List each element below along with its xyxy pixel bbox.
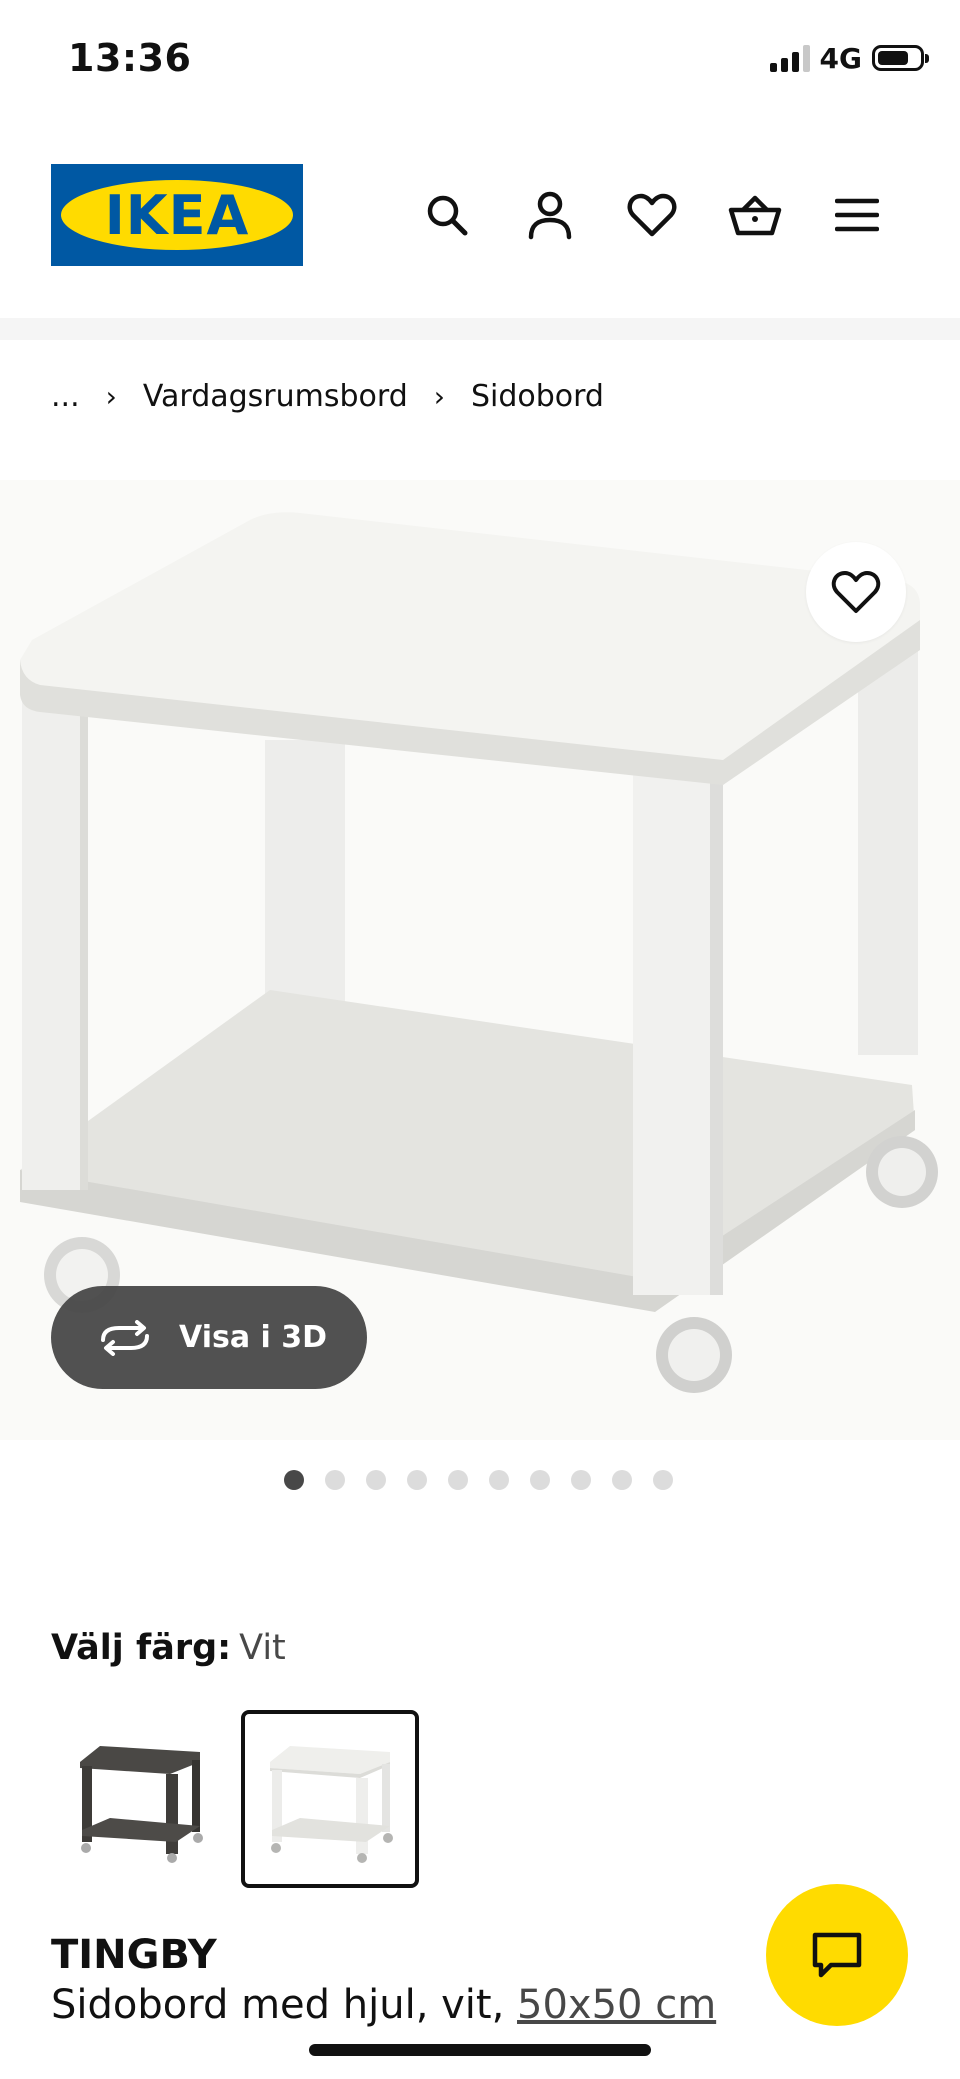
home-indicator <box>309 2044 651 2056</box>
breadcrumb: ... › Vardagsrumsbord › Sidobord <box>51 374 604 418</box>
battery-icon <box>872 45 929 71</box>
color-label-key: Välj färg: <box>51 1628 232 1668</box>
image-carousel-dots <box>284 1470 673 1490</box>
dark-table-thumbnail <box>80 1746 203 1863</box>
color-selector-label: Välj färg: Vit <box>51 1628 286 1668</box>
chevron-right-icon: › <box>433 379 445 413</box>
status-bar: 13:36 4G <box>0 0 960 118</box>
chat-button[interactable] <box>766 1884 908 2026</box>
breadcrumb-item-living-room-tables[interactable]: Vardagsrumsbord <box>143 379 408 414</box>
logo-text: IKEA <box>104 183 250 247</box>
signal-icon <box>769 44 810 72</box>
product-name: TINGBY <box>51 1932 217 1978</box>
battery-fill <box>878 51 908 65</box>
product-size-link[interactable]: 50x50 cm <box>517 1982 716 2028</box>
carousel-dot[interactable] <box>571 1470 591 1490</box>
color-swatch-dark[interactable] <box>51 1710 229 1888</box>
chat-bubble-icon <box>812 1932 862 1978</box>
site-header: IKEA <box>0 150 960 280</box>
status-time: 13:36 <box>68 36 192 80</box>
carousel-dot[interactable] <box>530 1470 550 1490</box>
carousel-dot[interactable] <box>448 1470 468 1490</box>
color-label-value: Vit <box>239 1628 286 1668</box>
menu-icon[interactable] <box>829 187 885 243</box>
carousel-dot[interactable] <box>612 1470 632 1490</box>
carousel-dot[interactable] <box>489 1470 509 1490</box>
heart-icon <box>831 571 881 613</box>
network-type: 4G <box>819 41 862 75</box>
chevron-right-icon: › <box>105 379 117 413</box>
breadcrumb-item-side-tables[interactable]: Sidobord <box>471 379 604 414</box>
cart-icon[interactable] <box>727 187 783 243</box>
view-in-3d-button[interactable]: Visa i 3D <box>51 1286 367 1389</box>
search-icon[interactable] <box>419 187 475 243</box>
status-indicators: 4G <box>769 40 929 76</box>
carousel-dot[interactable] <box>407 1470 427 1490</box>
heart-icon[interactable] <box>624 187 680 243</box>
carousel-dot[interactable] <box>366 1470 386 1490</box>
ikea-logo[interactable]: IKEA <box>51 164 303 266</box>
product-description-text: Sidobord med hjul, vit, <box>51 1982 518 2028</box>
breadcrumb-ellipsis[interactable]: ... <box>51 379 80 414</box>
color-swatch-white[interactable] <box>241 1710 419 1888</box>
account-icon[interactable] <box>522 187 578 243</box>
carousel-dot[interactable] <box>325 1470 345 1490</box>
header-divider <box>0 318 960 340</box>
carousel-dot[interactable] <box>284 1470 304 1490</box>
view-in-3d-label: Visa i 3D <box>179 1320 328 1355</box>
white-table-thumbnail <box>270 1746 393 1863</box>
rotate-3d-icon <box>97 1319 153 1356</box>
carousel-dot[interactable] <box>653 1470 673 1490</box>
add-to-favorites-button[interactable] <box>806 542 906 642</box>
product-description: Sidobord med hjul, vit, 50x50 cm <box>51 1982 716 2028</box>
